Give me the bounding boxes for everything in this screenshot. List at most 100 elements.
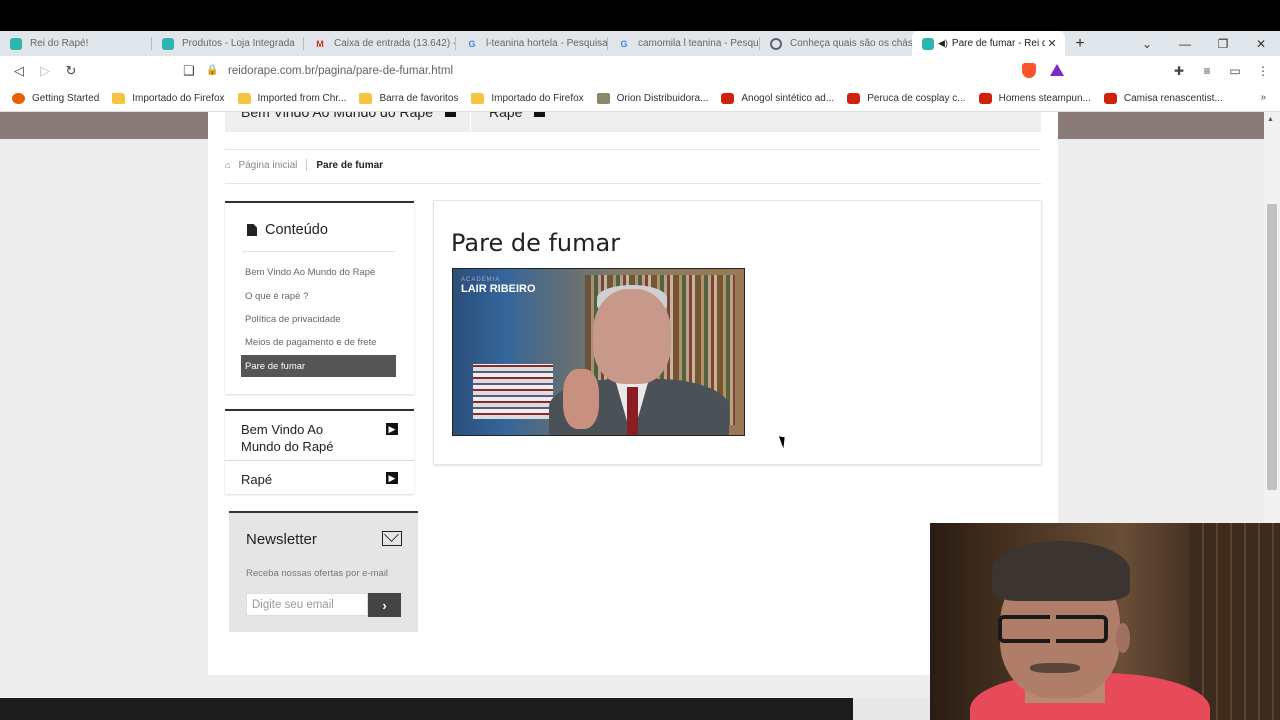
bookmark-item[interactable]: Camisa renascentist... — [1103, 92, 1223, 104]
folder-icon — [237, 92, 251, 104]
top-menu-item[interactable]: Bem Vindo Ao Mundo do Rapé — [241, 112, 456, 120]
aliexpress-icon — [721, 92, 735, 104]
sidebar-item-pagamento[interactable]: Meios de pagamento e de frete — [245, 337, 377, 348]
bookmark-item[interactable]: Anogol sintético ad... — [721, 92, 834, 104]
envelope-icon — [382, 531, 402, 546]
back-button[interactable]: ◁ — [6, 63, 32, 79]
tab-title: Rei do Rapé! — [30, 38, 89, 49]
sidebar-item-privacidade[interactable]: Política de privacidade — [245, 314, 341, 325]
bookmark-item[interactable]: Getting Started — [12, 92, 99, 104]
tab-title: Produtos - Loja Integrada — [182, 38, 295, 49]
chevron-right-icon: › — [382, 597, 387, 613]
sidebar-title-text: Conteúdo — [265, 222, 328, 238]
content-sidebar: Conteúdo Bem Vindo Ao Mundo do Rapé O qu… — [225, 201, 414, 394]
aliexpress-icon — [1103, 92, 1117, 104]
top-menu-label: Rapé — [489, 112, 523, 120]
bookmark-item[interactable]: Importado do Firefox — [112, 92, 225, 104]
reading-list-icon[interactable]: ≡ — [1198, 64, 1216, 78]
newsletter-box: Newsletter Receba nossas ofertas por e-m… — [229, 511, 418, 632]
bottom-taskbar — [0, 698, 932, 720]
chevron-right-icon[interactable]: ▶ — [386, 423, 398, 435]
newsletter-submit-button[interactable]: › — [368, 593, 401, 617]
forward-button[interactable]: ▷ — [32, 63, 58, 79]
tab-1[interactable]: Produtos - Loja Integrada — [152, 31, 304, 56]
menu-icon[interactable]: ⋮ — [1254, 64, 1272, 78]
top-menu-item[interactable]: Rapé — [489, 112, 546, 120]
folder-icon — [471, 92, 485, 104]
bookmark-item[interactable]: Barra de favoritos — [359, 92, 459, 104]
tab-strip: Rei do Rapé! Produtos - Loja Integrada M… — [0, 31, 1280, 56]
bookmark-label: Camisa renascentist... — [1123, 92, 1223, 104]
breadcrumb: ⌂ Página inicial Pare de fumar — [225, 159, 383, 171]
scroll-up-icon[interactable]: ▲ — [1267, 116, 1274, 123]
sidebar-item-pare-de-fumar[interactable]: Pare de fumar — [241, 355, 396, 377]
tab-4[interactable]: G camomila l teanina - Pesqu — [608, 31, 760, 56]
brave-rewards-icon[interactable] — [1050, 64, 1064, 76]
more-bookmarks-button[interactable]: » — [1260, 92, 1266, 103]
bookmark-item[interactable]: Importado do Firefox — [471, 92, 584, 104]
sidebar-item-o-que-e-rape[interactable]: O que é rapé ? — [245, 291, 308, 302]
bookmark-label: Importado do Firefox — [132, 92, 225, 104]
new-tab-button[interactable]: + — [1065, 35, 1095, 53]
aliexpress-icon — [847, 92, 861, 104]
bookmarks-bar: Getting Started Importado do Firefox Imp… — [0, 85, 1280, 112]
speaker-icon[interactable]: ◀) — [938, 38, 948, 49]
bookmark-item[interactable]: Imported from Chr... — [237, 92, 347, 104]
brave-shields-icon[interactable] — [1022, 63, 1036, 78]
caret-icon — [445, 112, 456, 117]
bookmark-icon[interactable]: ❑ — [176, 63, 202, 79]
restore-icon[interactable]: ❐ — [1204, 37, 1242, 51]
wallet-icon[interactable]: ▭ — [1226, 64, 1244, 78]
page-title: Pare de fumar — [451, 229, 621, 257]
category-item-rape[interactable]: Rapé — [241, 471, 272, 488]
bookmark-label: Peruca de cosplay c... — [867, 92, 966, 104]
webcam-overlay — [930, 523, 1280, 720]
lock-icon: 🔒 — [206, 65, 219, 76]
tab-0[interactable]: Rei do Rapé! — [0, 31, 152, 56]
loja-integrada-icon — [162, 37, 174, 50]
tab-2[interactable]: M Caixa de entrada (13.642) - — [304, 31, 456, 56]
sidebar-item-bem-vindo[interactable]: Bem Vindo Ao Mundo do Rapé — [245, 267, 375, 278]
globe-icon — [770, 37, 782, 50]
close-window-icon[interactable]: ✕ — [1242, 37, 1280, 51]
orion-icon — [596, 92, 610, 104]
document-icon — [247, 224, 257, 236]
bookmark-item[interactable]: Peruca de cosplay c... — [847, 92, 966, 104]
category-item-bem-vindo[interactable]: Bem Vindo Ao Mundo do Rapé — [241, 421, 361, 455]
extensions-icon[interactable]: ✚ — [1170, 64, 1188, 78]
tab-6-active[interactable]: ◀) Pare de fumar - Rei do ✕ — [912, 31, 1065, 56]
loja-integrada-icon — [10, 37, 22, 50]
bookmark-item[interactable]: Orion Distribuidora... — [596, 92, 709, 104]
aliexpress-icon — [978, 92, 992, 104]
top-menu-label: Bem Vindo Ao Mundo do Rapé — [241, 112, 433, 120]
tab-title: Pare de fumar - Rei do — [951, 38, 1045, 49]
bookmark-label: Imported from Chr... — [257, 92, 347, 104]
newsletter-email-input[interactable]: Digite seu email — [246, 593, 368, 616]
screen-top-border — [0, 0, 1280, 31]
reload-button[interactable]: ↻ — [58, 63, 84, 79]
minimize-icon[interactable]: — — [1166, 37, 1204, 51]
bookmark-label: Orion Distribuidora... — [616, 92, 709, 104]
url-text: reidorape.com.br/pagina/pare-de-fumar.ht… — [228, 64, 454, 77]
tab-3[interactable]: G l-teanina hortela - Pesquisa — [456, 31, 608, 56]
newsletter-title: Newsletter — [246, 531, 317, 548]
newsletter-description: Receba nossas ofertas por e-mail — [246, 568, 389, 579]
bookmark-item[interactable]: Homens steampun... — [978, 92, 1091, 104]
scrollbar-thumb[interactable] — [1267, 204, 1277, 490]
home-icon[interactable]: ⌂ — [225, 160, 230, 170]
category-menu: Bem Vindo Ao Mundo do Rapé ▶ Rapé ▶ — [225, 409, 414, 494]
address-bar[interactable]: 🔒 reidorape.com.br/pagina/pare-de-fumar.… — [206, 60, 1016, 81]
tab-search-icon[interactable]: ⌄ — [1128, 37, 1166, 51]
tab-title: l-teanina hortela - Pesquisa — [486, 38, 608, 49]
divider — [225, 149, 1041, 150]
main-content: Pare de fumar ACADEMIA LAIR RIBEIRO — [433, 200, 1042, 465]
divider — [225, 183, 1041, 184]
chevron-right-icon[interactable]: ▶ — [386, 472, 398, 484]
tab-title: Conheça quais são os chás — [790, 38, 912, 49]
tab-5[interactable]: Conheça quais são os chás — [760, 31, 912, 56]
folder-icon — [112, 92, 126, 104]
breadcrumb-home[interactable]: Página inicial — [238, 160, 297, 171]
video-player[interactable]: ACADEMIA LAIR RIBEIRO — [452, 268, 745, 436]
bookmark-label: Barra de favoritos — [379, 92, 459, 104]
close-tab-icon[interactable]: ✕ — [1045, 37, 1059, 50]
